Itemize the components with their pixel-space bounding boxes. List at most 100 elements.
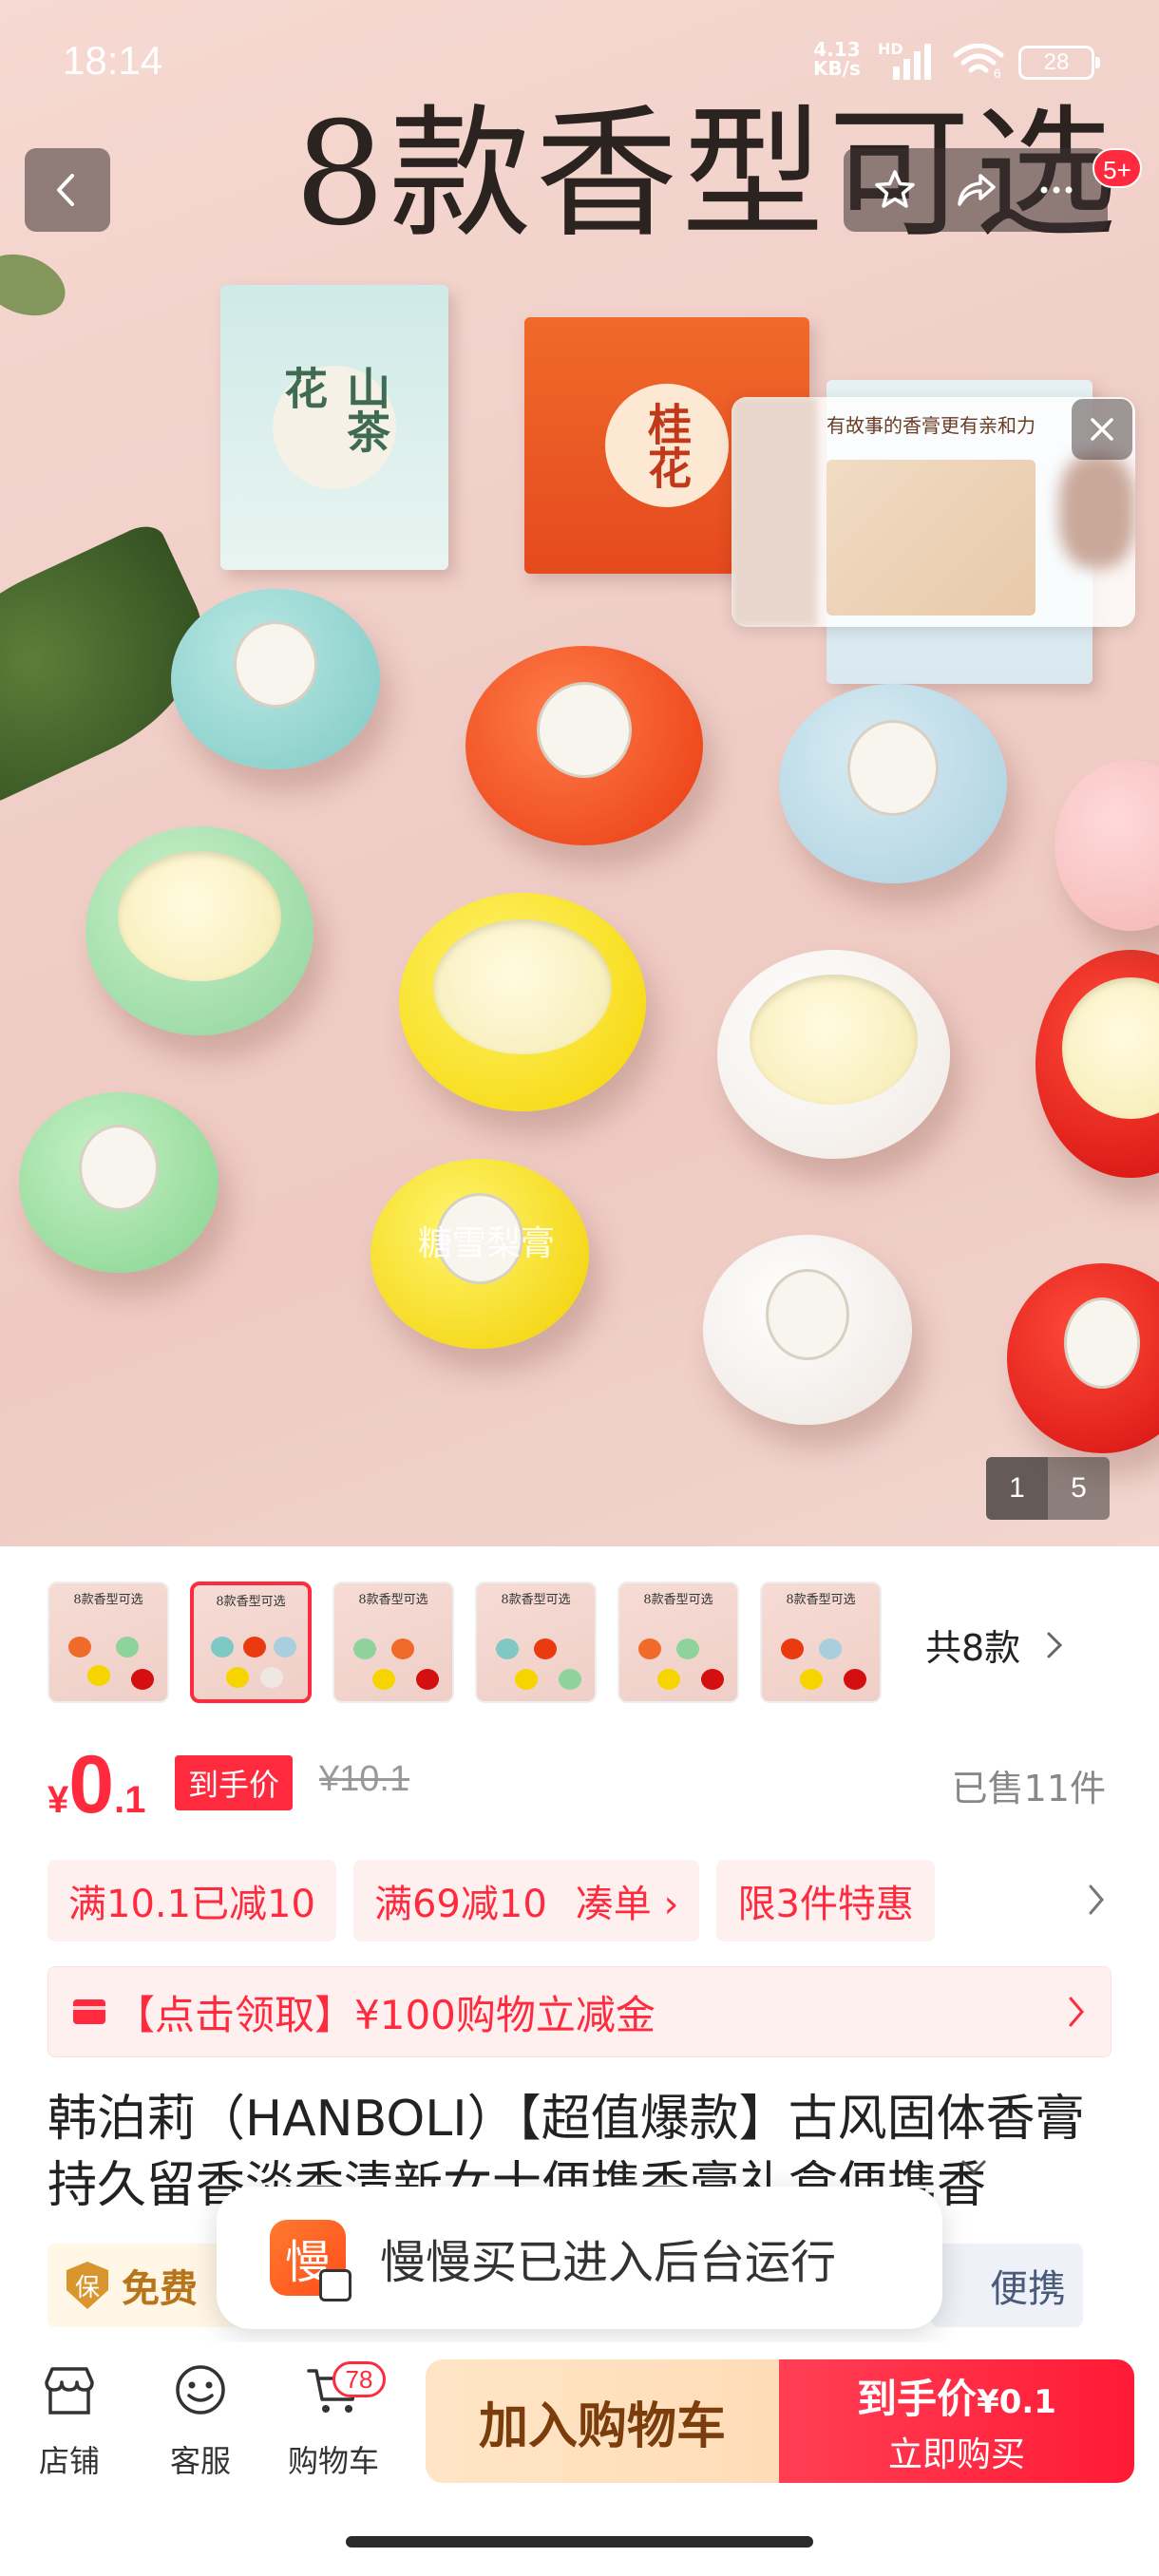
original-price: ¥10.1 bbox=[319, 1759, 410, 1799]
video-blur-region bbox=[732, 397, 817, 627]
store-button[interactable]: 店铺 bbox=[17, 2359, 122, 2481]
variant-thumb[interactable]: 8款香型可选 bbox=[760, 1582, 882, 1703]
thumb-title: 8款香型可选 bbox=[73, 1593, 143, 1607]
total-pages: 5 bbox=[1048, 1457, 1110, 1520]
chevron-left-icon bbox=[57, 174, 74, 206]
leaf-decoration bbox=[0, 243, 74, 327]
back-button[interactable] bbox=[25, 148, 110, 232]
status-time: 18:14 bbox=[63, 38, 163, 83]
promo-chip-label: 满69减10 bbox=[373, 1883, 547, 1926]
chevron-right-icon bbox=[1069, 1997, 1084, 2027]
final-price: ¥0.1 bbox=[48, 1738, 145, 1832]
video-card-caption: 有故事的香膏更有亲和力 bbox=[826, 414, 1036, 437]
all-variants-link[interactable]: 共8款 bbox=[925, 1619, 1064, 1671]
balm-jar bbox=[466, 646, 703, 845]
thumb-title: 8款香型可选 bbox=[358, 1593, 428, 1607]
home-indicator[interactable] bbox=[346, 2536, 813, 2548]
shield-icon: 保 bbox=[66, 2262, 108, 2309]
thumb-title: 8款香型可选 bbox=[786, 1593, 856, 1607]
chevron-down-icon[interactable] bbox=[960, 2158, 988, 2177]
card-icon bbox=[73, 1999, 105, 2024]
network-speed-unit: KB/s bbox=[813, 57, 861, 80]
close-video-button[interactable] bbox=[1072, 399, 1132, 460]
variant-thumb[interactable]: 8款香型可选 bbox=[48, 1582, 169, 1703]
price-integer: 0 bbox=[68, 1739, 115, 1830]
thumb-title: 8款香型可选 bbox=[643, 1593, 713, 1607]
variant-thumb[interactable]: 8款香型可选 bbox=[332, 1582, 454, 1703]
chevron-right-icon[interactable] bbox=[1087, 1883, 1106, 1917]
coupon-banner[interactable]: 【点击领取】¥100购物立减金 bbox=[48, 1966, 1112, 2057]
balm-jar bbox=[779, 684, 1007, 883]
video-blur-region bbox=[1059, 454, 1135, 568]
buy-price-label: 到手价 bbox=[857, 2375, 978, 2422]
variants-count-label: 共8款 bbox=[925, 1627, 1021, 1669]
network-speed-value: 4.13 bbox=[813, 38, 861, 61]
balm-jar bbox=[19, 1092, 218, 1273]
balm-jar bbox=[1054, 760, 1159, 931]
buy-price-value: ¥0.1 bbox=[977, 2382, 1056, 2421]
price-currency: ¥ bbox=[48, 1779, 69, 1821]
promo-chip[interactable]: 满10.1已减10 bbox=[48, 1860, 336, 1941]
bottom-action-bar: 店铺 客服 购物车 78 加入购物车 到手价¥0.1 立即购买 bbox=[0, 2342, 1159, 2504]
thumb-title: 8款香型可选 bbox=[501, 1593, 571, 1607]
star-icon[interactable] bbox=[871, 166, 919, 214]
buy-now-price: 到手价¥0.1 bbox=[857, 2367, 1056, 2425]
variant-thumb-selected[interactable]: 8款香型可选 bbox=[190, 1582, 312, 1703]
final-price-tag: 到手价 bbox=[175, 1755, 294, 1810]
battery-icon: 28 bbox=[1018, 46, 1100, 80]
feature-tag-label: 便携 bbox=[990, 2267, 1066, 2311]
variant-thumb[interactable]: 8款香型可选 bbox=[475, 1582, 597, 1703]
guarantee-label: 免费 bbox=[122, 2267, 198, 2311]
close-icon bbox=[1091, 418, 1113, 441]
balm-jar bbox=[703, 1235, 912, 1425]
chevron-right-icon bbox=[1047, 1632, 1063, 1657]
image-watermark: 糖雪梨膏 bbox=[418, 1224, 556, 1263]
status-bar: 18:14 4.13 KB/s HD 6 28 bbox=[0, 0, 1159, 123]
store-icon bbox=[45, 2367, 94, 2415]
coupon-text: 【点击领取】¥100购物立减金 bbox=[115, 1991, 656, 2038]
balm-jar bbox=[1007, 1263, 1159, 1453]
bundle-link[interactable]: 凑单 › bbox=[564, 1873, 679, 1928]
box-label: 桂花 bbox=[605, 384, 729, 507]
svg-text:6: 6 bbox=[994, 66, 1001, 78]
current-page: 1 bbox=[986, 1457, 1048, 1520]
customer-service-button[interactable]: 客服 bbox=[148, 2359, 253, 2481]
promo-chip[interactable]: 限3件特惠 bbox=[716, 1860, 935, 1941]
promo-chip-label: 满10.1已减10 bbox=[68, 1883, 315, 1926]
store-label: 店铺 bbox=[38, 2443, 100, 2479]
service-label: 客服 bbox=[169, 2443, 231, 2479]
sold-count: 已售11件 bbox=[951, 1768, 1106, 1809]
image-page-indicator: 1 5 bbox=[986, 1457, 1110, 1520]
cart-label: 购物车 bbox=[287, 2443, 379, 2479]
share-icon[interactable] bbox=[952, 166, 999, 214]
signal-icon bbox=[893, 42, 931, 80]
balm-jar-open bbox=[399, 893, 646, 1111]
wifi-icon: 6 bbox=[953, 44, 1004, 78]
box-label: 山茶花 bbox=[273, 366, 396, 489]
balm-jar-open bbox=[1036, 950, 1159, 1178]
toast-message: 慢慢买已进入后台运行 bbox=[380, 2236, 837, 2289]
buy-now-button[interactable]: 到手价¥0.1 立即购买 bbox=[779, 2359, 1134, 2483]
network-speed: 4.13 KB/s bbox=[813, 40, 861, 78]
promo-chip-bundle[interactable]: 满69减10 凑单 › bbox=[352, 1860, 700, 1941]
product-box-camellia: 山茶花 bbox=[220, 285, 448, 570]
promotion-chips: 满10.1已减10 满69减10 凑单 › 限3件特惠 bbox=[48, 1860, 1112, 1941]
cart-count-badge: 78 bbox=[332, 2361, 386, 2397]
manmanmai-app-icon: 慢 bbox=[270, 2220, 352, 2301]
video-thumbnail bbox=[826, 460, 1036, 616]
feature-tag: 便携 bbox=[931, 2244, 1083, 2327]
buy-now-label: 立即购买 bbox=[887, 2434, 1025, 2474]
price-row: ¥0.1 到手价 ¥10.1 已售11件 bbox=[48, 1738, 1112, 1833]
balm-jar-open bbox=[86, 826, 314, 1035]
balm-jar-open bbox=[717, 950, 950, 1159]
background-running-toast: 慢 慢慢买已进入后台运行 bbox=[217, 2187, 942, 2329]
variant-thumb[interactable]: 8款香型可选 bbox=[618, 1582, 739, 1703]
thumb-title: 8款香型可选 bbox=[216, 1595, 286, 1609]
smiley-icon bbox=[176, 2365, 225, 2415]
add-to-cart-button[interactable]: 加入购物车 bbox=[426, 2359, 779, 2483]
more-icon[interactable] bbox=[1033, 166, 1080, 214]
product-image-carousel[interactable]: 8款香型可选 山茶花 桂花 糖雪梨膏 bbox=[0, 0, 1159, 1546]
balm-jar bbox=[171, 589, 380, 769]
top-action-group bbox=[844, 148, 1108, 232]
promo-chip-label: 限3件特惠 bbox=[737, 1883, 914, 1926]
